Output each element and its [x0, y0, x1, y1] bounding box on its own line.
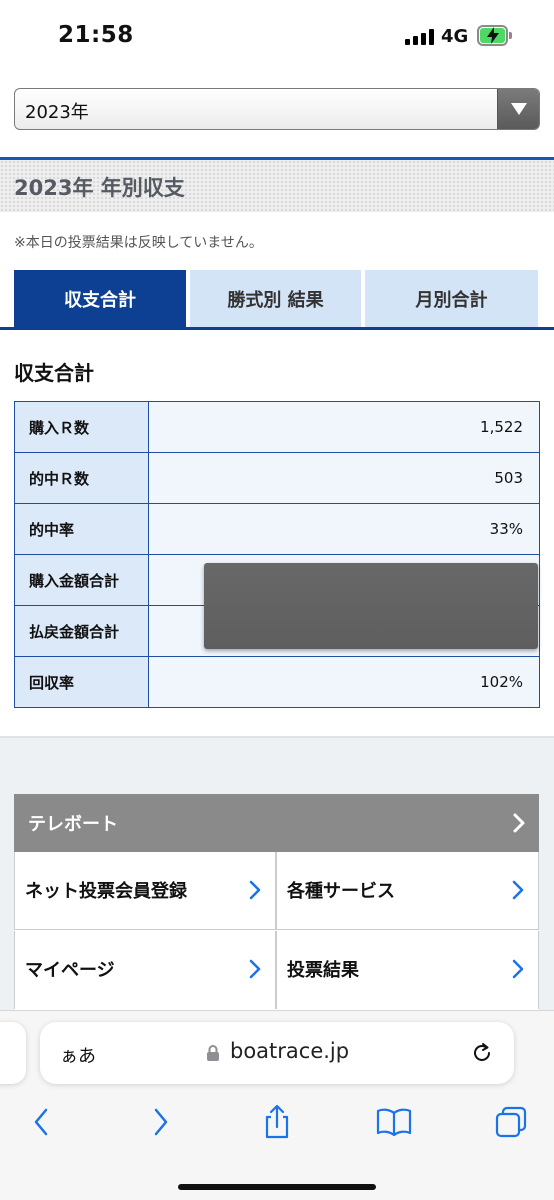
year-select[interactable]: 2023年 — [14, 88, 540, 130]
row-label: 払戻金額合計 — [14, 605, 149, 657]
reader-aa-button[interactable]: ぁあ — [60, 1042, 96, 1068]
row-label: 的中Ｒ数 — [14, 452, 149, 504]
network-label: 4G — [441, 26, 469, 47]
share-icon[interactable] — [255, 1102, 299, 1142]
link-label: 各種サービス — [287, 881, 395, 902]
link-vote-results[interactable]: 投票結果 — [276, 931, 539, 1009]
page-title: 2023年 年別収支 — [14, 176, 185, 200]
table-row: 的中率 33% — [14, 503, 540, 555]
link-my-page[interactable]: マイページ — [14, 931, 276, 1009]
status-bar: 21:58 4G — [0, 0, 554, 74]
battery-icon — [477, 25, 512, 46]
tabs-icon[interactable] — [489, 1102, 533, 1142]
table-row: 回収率 102% — [14, 656, 540, 708]
heading-band: 2023年 年別収支 — [0, 160, 554, 212]
tab-underline — [0, 327, 554, 330]
summary-table: 購入Ｒ数 1,522 的中Ｒ数 503 的中率 33% 購入金額合計 払戻金額合… — [14, 401, 540, 708]
row-label: 的中率 — [14, 503, 149, 555]
signal-icon — [405, 29, 435, 45]
table-row: 的中Ｒ数 503 — [14, 452, 540, 504]
row-label: 購入Ｒ数 — [14, 401, 149, 453]
chevron-right-icon — [249, 959, 261, 979]
previous-tab-peek[interactable] — [0, 1022, 26, 1084]
tab-monthly-total[interactable]: 月別合計 — [365, 270, 538, 328]
link-label: マイページ — [25, 960, 115, 981]
link-grid: ネット投票会員登録 各種サービス マイページ 投票結果 — [14, 852, 539, 1022]
link-services[interactable]: 各種サービス — [276, 852, 539, 930]
chevron-right-icon — [512, 880, 524, 900]
bookmarks-icon[interactable] — [372, 1102, 416, 1142]
chevron-right-icon — [249, 880, 261, 900]
link-label: ネット投票会員登録 — [25, 881, 187, 902]
telebo-header[interactable]: テレボート — [14, 794, 539, 852]
section-title: 収支合計 — [14, 361, 94, 385]
telebo-label: テレボート — [28, 814, 118, 835]
row-label: 回収率 — [14, 656, 149, 708]
address-bar[interactable]: ぁあ boatrace.jp — [40, 1022, 514, 1084]
home-indicator — [178, 1184, 376, 1190]
year-select-value: 2023年 — [25, 102, 89, 123]
row-value: 1,522 — [148, 401, 540, 453]
link-net-vote-registration[interactable]: ネット投票会員登録 — [14, 852, 276, 930]
notice-text: ※本日の投票結果は反映していません。 — [14, 235, 263, 251]
chevron-right-icon — [512, 959, 524, 979]
row-label: 購入金額合計 — [14, 554, 149, 606]
url-text[interactable]: boatrace.jp — [230, 1039, 349, 1063]
link-label: 投票結果 — [287, 960, 359, 981]
tab-bet-type-results[interactable]: 勝式別 結果 — [190, 270, 361, 328]
redaction-block — [204, 563, 538, 649]
back-icon[interactable] — [19, 1102, 63, 1142]
lock-icon — [207, 1045, 219, 1061]
tab-bar: 収支合計 勝式別 結果 月別合計 — [14, 270, 538, 328]
tab-income-total[interactable]: 収支合計 — [14, 270, 186, 328]
forward-icon[interactable] — [139, 1102, 183, 1142]
row-value: 503 — [148, 452, 540, 504]
chevron-right-icon — [513, 813, 525, 833]
footer-divider — [0, 736, 554, 738]
chevron-down-icon[interactable] — [497, 89, 539, 129]
row-value: 102% — [148, 656, 540, 708]
row-value: 33% — [148, 503, 540, 555]
reload-icon[interactable] — [470, 1041, 494, 1065]
status-time: 21:58 — [58, 22, 134, 48]
table-row: 購入Ｒ数 1,522 — [14, 401, 540, 453]
